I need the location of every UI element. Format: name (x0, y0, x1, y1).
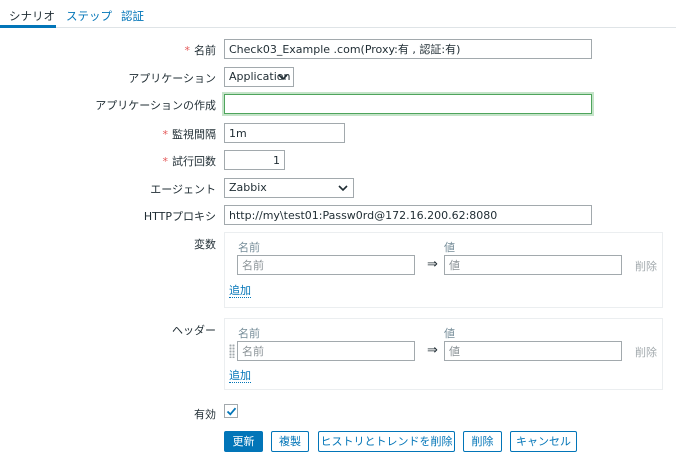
arrow-right-icon: ⇒ (427, 343, 438, 358)
application-label: アプリケーション (128, 72, 216, 85)
drag-handle-icon[interactable] (229, 344, 235, 358)
headers-col-name: 名前 (238, 327, 260, 340)
attempts-input[interactable] (224, 150, 285, 170)
enabled-checkbox[interactable] (224, 404, 238, 418)
tab-bar: シナリオ ステップ 認証 (0, 0, 676, 28)
agent-select[interactable]: Zabbix (224, 178, 354, 198)
required-marker: * (184, 44, 191, 57)
variables-col-value: 値 (444, 241, 455, 254)
headers-label: ヘッダー (172, 324, 216, 337)
header-add-link[interactable]: 追加 (229, 369, 251, 383)
chevron-down-icon (338, 185, 348, 192)
variable-name-input[interactable] (237, 255, 415, 275)
variable-remove-button[interactable]: 削除 (635, 258, 657, 274)
variable-add-link[interactable]: 追加 (229, 284, 251, 298)
required-marker: * (162, 155, 169, 168)
name-label: * 名前 (184, 44, 217, 57)
interval-input[interactable] (224, 123, 345, 143)
new-application-label: アプリケーションの作成 (95, 99, 216, 112)
required-marker: * (162, 128, 169, 141)
http-proxy-input[interactable] (224, 205, 592, 225)
arrow-right-icon: ⇒ (427, 257, 438, 272)
clone-button[interactable]: 複製 (271, 431, 309, 452)
variables-panel: 名前 値 ⇒ 削除 追加 (224, 232, 663, 308)
header-remove-button[interactable]: 削除 (635, 344, 657, 360)
checkmark-icon (226, 407, 237, 416)
cancel-button[interactable]: キャンセル (510, 431, 577, 452)
headers-panel: 名前 値 ⇒ 削除 追加 (224, 318, 663, 390)
agent-label: エージェント (150, 183, 216, 196)
http-proxy-label: HTTPプロキシ (143, 210, 216, 223)
name-input[interactable] (224, 39, 592, 59)
application-select[interactable]: Application (224, 67, 294, 87)
header-name-input[interactable] (237, 341, 415, 361)
enabled-label: 有効 (194, 408, 216, 421)
interval-label: * 監視間隔 (162, 128, 217, 141)
variables-col-name: 名前 (238, 241, 260, 254)
attempts-label: * 試行回数 (162, 155, 217, 168)
tab-steps[interactable]: ステップ (66, 8, 112, 24)
tab-scenario[interactable]: シナリオ (9, 8, 55, 24)
clear-history-button[interactable]: ヒストリとトレンドを削除 (318, 431, 455, 452)
header-value-input[interactable] (444, 341, 622, 361)
variable-value-input[interactable] (444, 255, 622, 275)
delete-button[interactable]: 削除 (463, 431, 502, 452)
variables-label: 変数 (194, 238, 216, 251)
update-button[interactable]: 更新 (224, 431, 263, 452)
tab-authentication[interactable]: 認証 (121, 8, 144, 24)
agent-select-value: Zabbix (229, 181, 267, 194)
active-tab-indicator (0, 25, 56, 28)
new-application-input[interactable] (224, 94, 592, 114)
headers-col-value: 値 (444, 327, 455, 340)
chevron-down-icon (278, 74, 288, 81)
